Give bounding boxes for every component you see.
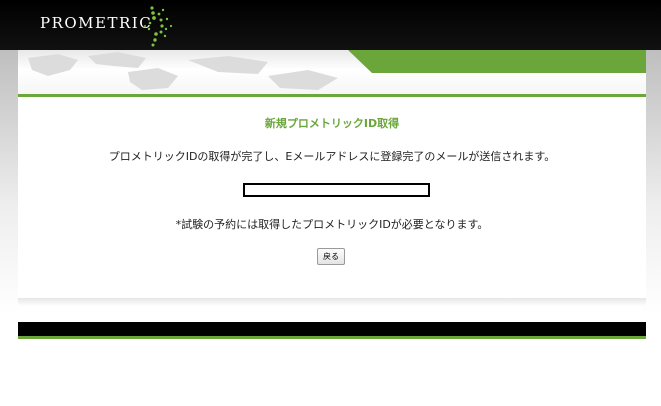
page: PROMETRIC 新規プロメトリックID取得 プロメトリックIDの取得が完了し… xyxy=(0,0,661,406)
content-shadow xyxy=(18,298,646,306)
back-button[interactable]: 戻る xyxy=(317,248,345,265)
main-content: 新規プロメトリックID取得 プロメトリックIDの取得が完了し、Eメールアドレスに… xyxy=(18,97,646,300)
prometric-logo-text: PROMETRIC xyxy=(40,14,153,32)
completion-message: プロメトリックIDの取得が完了し、Eメールアドレスに登録完了のメールが送信されま… xyxy=(108,150,556,163)
left-side-shade xyxy=(0,45,18,315)
header-banner xyxy=(18,50,646,94)
prometric-id-display xyxy=(243,183,430,197)
footer-green-line xyxy=(18,336,646,339)
banner-green-band xyxy=(348,50,646,73)
page-title: 新規プロメトリックID取得 xyxy=(264,117,400,130)
site-header: PROMETRIC xyxy=(0,0,661,50)
starburst-icon xyxy=(144,6,173,47)
reservation-note: *試験の予約には取得したプロメトリックIDが必要となります。 xyxy=(175,218,489,231)
footer-bar xyxy=(18,322,646,336)
